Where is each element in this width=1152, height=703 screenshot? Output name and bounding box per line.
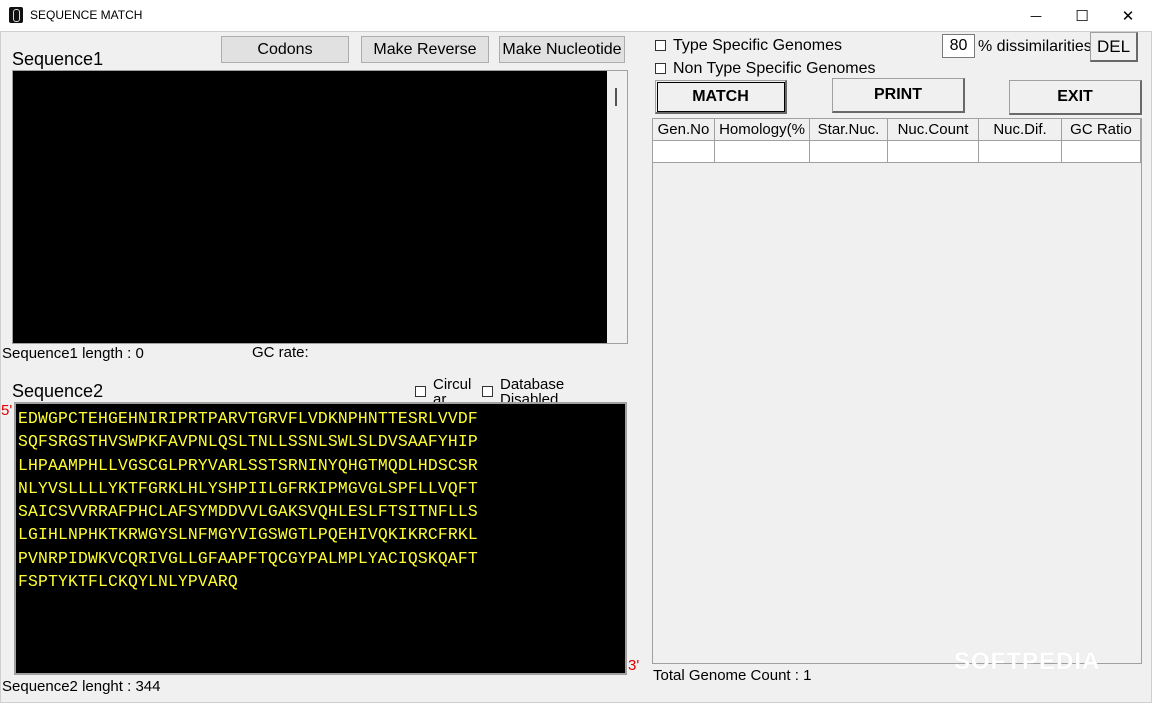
match-button[interactable]: MATCH xyxy=(655,80,787,114)
circular-label-line1: Circul xyxy=(433,377,472,393)
sequence2-textarea[interactable]: EDWGPCTEHGEHNIRIPRTPARVTGRVFLVDKNPHNTTES… xyxy=(14,402,627,675)
make-reverse-button[interactable]: Make Reverse xyxy=(361,36,489,63)
circular-label: Circul ar xyxy=(433,377,477,403)
gc-rate-label: GC rate: xyxy=(252,344,309,361)
sequence2-line: LHPAAMPHLLVGSCGLPRYVARLSSTSRNINYQHGTMQDL… xyxy=(18,455,478,475)
five-prime-marker: 5' xyxy=(1,402,13,419)
non-type-specific-label: Non Type Specific Genomes xyxy=(673,60,876,77)
type-specific-label: Type Specific Genomes xyxy=(673,37,842,54)
table-cell[interactable] xyxy=(810,141,888,163)
dissimilarity-input[interactable]: 80 xyxy=(942,34,975,58)
table-cell[interactable] xyxy=(715,141,810,163)
make-nucleotide-button[interactable]: Make Nucleotide xyxy=(499,36,625,63)
three-prime-marker: 3' xyxy=(628,657,640,674)
sequence2-length: Sequence2 lenght : 344 xyxy=(2,678,161,695)
watermark-logo: SOFTPEDIA xyxy=(954,648,1101,675)
sequence2-line: NLYVSLLLLYKTFGRKLHLYSHPIILGFRKIPMGVGLSPF… xyxy=(18,478,478,498)
column-header-gc-ratio[interactable]: GC Ratio xyxy=(1062,119,1141,141)
minimize-icon: — xyxy=(1030,8,1042,23)
total-genome-count: Total Genome Count : 1 xyxy=(653,667,812,684)
table-cell[interactable] xyxy=(979,141,1062,163)
sequence2-line: LGIHLNPHKTKRWGYSLNFMGYVIGSWGTLPQEHIVQKIK… xyxy=(18,525,478,545)
sequence1-label: Sequence1 xyxy=(12,49,104,69)
circular-checkbox[interactable] xyxy=(415,386,426,397)
app-icon xyxy=(9,7,23,23)
sequence2-label: Sequence2 xyxy=(12,381,104,401)
print-button[interactable]: PRINT xyxy=(832,78,965,113)
sequence2-line: SQFSRGSTHVSWPKFAVPNLQSLTNLLSSNLSWLSLDVSA… xyxy=(18,432,478,452)
database-disabled-label: Database Disabled xyxy=(500,377,580,403)
sequence1-scrollbar[interactable] xyxy=(607,71,627,343)
sequence1-length: Sequence1 length : 0 xyxy=(2,345,144,362)
sequence2-line: EDWGPCTEHGEHNIRIPRTPARVTGRVFLVDKNPHNTTES… xyxy=(18,409,478,428)
column-header-start-nuc[interactable]: Star.Nuc. xyxy=(810,119,888,141)
minimize-button[interactable]: — xyxy=(1013,0,1059,31)
sequence2-line: PVNRPIDWKVCQRIVGLLGFAAPFTQCGYPALMPLYACIQ… xyxy=(18,548,478,568)
column-header-nuc-count[interactable]: Nuc.Count xyxy=(888,119,979,141)
table-cell[interactable] xyxy=(1062,141,1141,163)
sequence1-textarea[interactable] xyxy=(12,70,628,344)
del-button[interactable]: DEL xyxy=(1090,32,1138,62)
sequence2-line: SAICSVVRRAFPHCLAFSYMDDVVLGAKSVQHLESLFTSI… xyxy=(18,502,478,522)
table-cell[interactable] xyxy=(653,141,715,163)
maximize-button[interactable]: ☐ xyxy=(1059,0,1105,31)
column-header-nuc-dif[interactable]: Nuc.Dif. xyxy=(979,119,1062,141)
title-bar xyxy=(0,0,1152,31)
results-grid[interactable] xyxy=(652,118,1142,664)
type-specific-checkbox[interactable] xyxy=(655,40,666,51)
close-button[interactable]: ✕ xyxy=(1105,0,1151,31)
codons-button[interactable]: Codons xyxy=(221,36,349,63)
results-grid-header: Gen.No Homology(% Star.Nuc. Nuc.Count Nu… xyxy=(653,119,1141,141)
sequence1-scroll-thumb[interactable] xyxy=(615,88,617,106)
table-cell[interactable] xyxy=(888,141,979,163)
column-header-homology[interactable]: Homology(% xyxy=(715,119,810,141)
sequence2-line: FSPTYKTFLCKQYLNLYPVARQ xyxy=(18,572,238,592)
window-title: SEQUENCE MATCH xyxy=(30,8,143,22)
exit-button[interactable]: EXIT xyxy=(1009,80,1142,115)
database-disabled-checkbox[interactable] xyxy=(482,386,493,397)
column-header-gen-no[interactable]: Gen.No xyxy=(653,119,715,141)
non-type-specific-checkbox[interactable] xyxy=(655,63,666,74)
database-label-line1: Database xyxy=(500,377,565,393)
table-row[interactable] xyxy=(653,141,1141,163)
maximize-icon: ☐ xyxy=(1075,6,1089,25)
close-icon: ✕ xyxy=(1121,6,1135,25)
dissimilarity-label: % dissimilarities xyxy=(978,38,1092,55)
